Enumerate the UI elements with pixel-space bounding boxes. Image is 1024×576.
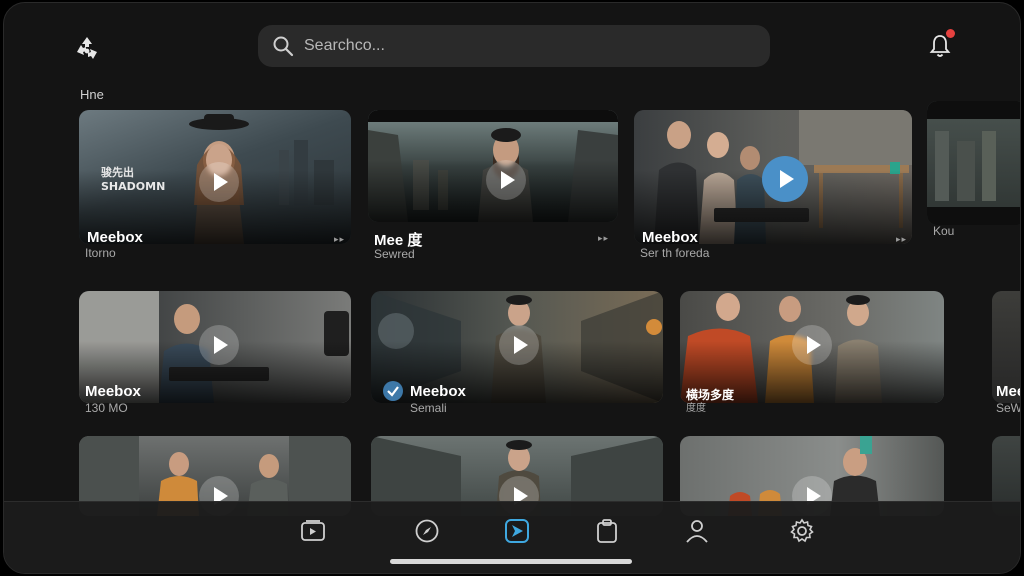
top-bar <box>4 3 1020 83</box>
thumbnail-caption: 骏先出 SHADOMN <box>101 166 166 193</box>
card-subtitle: Ser th foreda <box>640 246 710 260</box>
card-title: Meebox <box>410 383 466 400</box>
verified-check-icon <box>383 381 403 401</box>
play-button[interactable] <box>486 160 526 200</box>
card-subtitle: 130 MO <box>85 401 128 415</box>
card-title: Meebox <box>87 229 143 244</box>
section-title: Hne <box>80 87 104 102</box>
video-card[interactable] <box>368 110 618 222</box>
card-subtitle: 度度 <box>686 403 706 414</box>
video-card[interactable]: Meebox ▸▸ <box>634 110 912 244</box>
card-subtitle: SeW <box>996 401 1021 415</box>
send-icon[interactable] <box>504 518 530 544</box>
video-thumbnail <box>927 101 1020 225</box>
play-button[interactable] <box>762 156 808 202</box>
device-screen: Hne 骏先出 SHADOMN Meebox ▸▸ Itorno <box>3 2 1021 574</box>
play-button[interactable] <box>199 162 239 202</box>
clipboard-icon[interactable] <box>594 518 620 544</box>
search-bar[interactable] <box>258 25 770 67</box>
card-subtitle: Itorno <box>85 246 116 260</box>
search-icon <box>273 36 294 57</box>
more-indicator[interactable]: ▸▸ <box>334 234 345 244</box>
video-card-partial[interactable] <box>927 101 1020 225</box>
more-indicator[interactable]: ▸▸ <box>598 233 609 244</box>
play-button[interactable] <box>792 325 832 365</box>
card-title: Mee <box>996 383 1020 400</box>
media-icon[interactable] <box>300 518 326 544</box>
profile-icon[interactable] <box>684 518 710 544</box>
recycle-logo-icon[interactable] <box>74 35 100 61</box>
more-indicator[interactable]: ▸▸ <box>896 234 907 244</box>
search-input[interactable] <box>304 25 744 67</box>
card-subtitle: Kou <box>933 224 955 238</box>
home-indicator[interactable] <box>390 559 632 564</box>
settings-icon[interactable] <box>789 518 815 544</box>
card-title: Meebox <box>85 383 141 400</box>
play-button[interactable] <box>499 325 539 365</box>
play-button[interactable] <box>199 325 239 365</box>
compass-icon[interactable] <box>414 518 440 544</box>
video-card[interactable]: 骏先出 SHADOMN Meebox ▸▸ <box>79 110 351 244</box>
card-subtitle: Semali <box>410 401 447 415</box>
card-title: Meebox <box>642 229 698 244</box>
notification-badge <box>946 29 955 38</box>
card-subtitle: Sewred <box>374 247 415 261</box>
